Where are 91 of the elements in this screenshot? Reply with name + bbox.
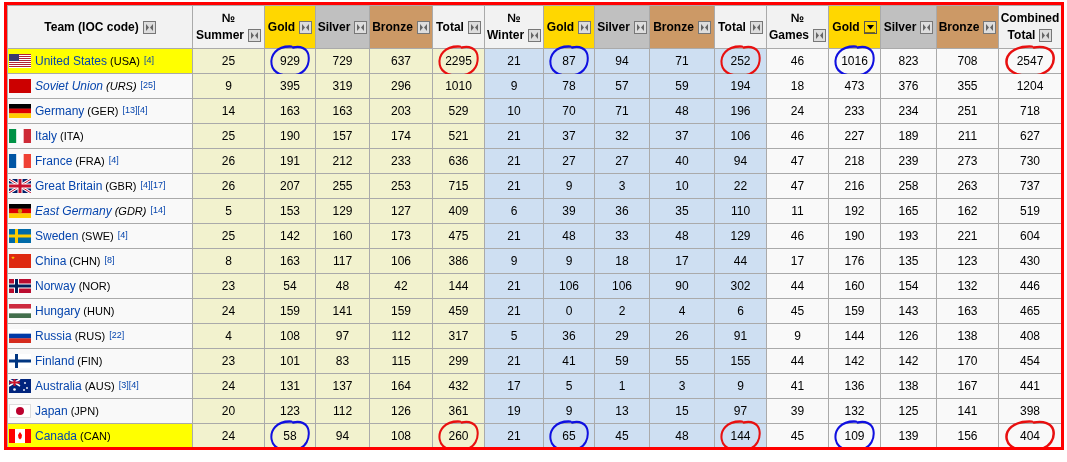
column-header[interactable]: № Games [766, 5, 829, 49]
country-code: (FRA) [75, 155, 105, 167]
country-code: (HUN) [83, 305, 115, 317]
reference-link[interactable]: [8] [104, 255, 115, 265]
reference-link[interactable]: [4] [117, 230, 128, 240]
country-code: (NOR) [78, 280, 111, 292]
sort-icon[interactable] [467, 20, 481, 34]
team-link[interactable]: United States [35, 54, 108, 68]
sort-icon[interactable] [416, 20, 430, 34]
sort-icon[interactable] [983, 20, 997, 34]
team-link[interactable]: Great Britain [35, 179, 103, 193]
team-link[interactable]: Japan [35, 404, 68, 418]
column-header[interactable]: Gold [264, 5, 316, 49]
reference-link[interactable]: [3][4] [118, 380, 139, 390]
table-cell: 260 [432, 423, 485, 447]
table-cell: 2547 [998, 48, 1061, 74]
column-header[interactable]: Combined Total [998, 5, 1061, 49]
table-cell: 929 [264, 48, 316, 74]
team-link[interactable]: Sweden [35, 229, 79, 243]
flag-icon [9, 254, 31, 268]
column-header[interactable]: Total [432, 5, 485, 49]
table-cell: 404 [998, 423, 1061, 447]
team-link[interactable]: Norway [35, 279, 76, 293]
team-link[interactable]: China [35, 254, 67, 268]
flag-icon [9, 429, 31, 443]
country-code: (GER) [87, 105, 119, 117]
sort-dropdown-icon[interactable] [863, 20, 877, 34]
table-cell: 109 [828, 423, 881, 447]
sort-icon[interactable] [813, 29, 826, 42]
team-link[interactable]: Hungary [35, 304, 81, 318]
country-code: (GBR) [105, 180, 137, 192]
country-code: (CHN) [69, 255, 101, 267]
country-code: (JPN) [70, 405, 99, 417]
column-header[interactable]: Gold [828, 5, 881, 49]
column-header[interactable]: № Winter [484, 5, 544, 49]
sort-icon[interactable] [248, 29, 261, 42]
table-cell: 1016 [828, 48, 881, 74]
reference-link[interactable]: [25] [140, 80, 156, 90]
team-link[interactable]: France [35, 154, 73, 168]
sort-icon[interactable] [299, 20, 313, 34]
table-cell: 87 [543, 48, 595, 74]
sort-icon[interactable] [1039, 29, 1053, 42]
flag-icon [9, 104, 31, 118]
table-cell: 252 [714, 48, 767, 74]
country-code: (ITA) [60, 130, 84, 142]
sort-icon[interactable] [578, 20, 592, 34]
sort-icon[interactable] [528, 29, 542, 42]
sort-icon[interactable] [920, 20, 934, 34]
country-code: (SWE) [81, 230, 114, 242]
reference-link[interactable]: [4][17] [140, 180, 166, 190]
sort-icon[interactable] [354, 20, 368, 34]
country-code: (URS) [106, 80, 137, 92]
column-header[interactable]: Bronze [936, 5, 999, 49]
country-code: (AUS) [84, 380, 115, 392]
country-code: (GDR) [114, 205, 147, 217]
reference-link[interactable]: [14] [150, 205, 166, 215]
sort-icon[interactable] [142, 20, 156, 34]
column-header[interactable]: Silver [880, 5, 937, 49]
reference-link[interactable]: [4] [108, 155, 119, 165]
table-cell: 144 [714, 423, 767, 447]
country-code: (CAN) [80, 430, 111, 442]
column-header[interactable]: Total [714, 5, 767, 49]
flag-icon [9, 204, 31, 218]
sort-icon[interactable] [749, 20, 763, 34]
sort-icon[interactable] [697, 20, 711, 34]
country-code: (FIN) [77, 355, 103, 367]
flag-icon [9, 54, 31, 68]
team-link[interactable]: Finland [35, 354, 75, 368]
country-code: (RUS) [74, 330, 106, 342]
team-link[interactable]: Australia [35, 379, 82, 393]
column-header[interactable]: № Summer [192, 5, 265, 49]
reference-link[interactable]: [22] [109, 330, 125, 340]
team-link[interactable]: East Germany [35, 204, 112, 218]
column-header[interactable]: Team (IOC code) [7, 5, 193, 49]
column-header[interactable]: Bronze [649, 5, 715, 49]
column-header[interactable]: Silver [594, 5, 650, 49]
reference-link[interactable]: [4] [144, 55, 154, 65]
team-link[interactable]: Germany [35, 104, 85, 118]
flag-icon [9, 79, 31, 93]
team-link[interactable]: Italy [35, 129, 57, 143]
team-link[interactable]: Canada [35, 429, 78, 443]
team-link[interactable]: Soviet Union [35, 79, 104, 93]
reference-link[interactable]: [13][4] [122, 105, 148, 115]
flag-icon [9, 229, 31, 243]
country-code: (USA) [110, 55, 140, 67]
table-cell: 2295 [432, 48, 485, 74]
column-header[interactable]: Gold [543, 5, 595, 49]
column-header[interactable]: Bronze [369, 5, 433, 49]
team-link[interactable]: Russia [35, 329, 72, 343]
sort-icon[interactable] [633, 20, 647, 34]
column-header[interactable]: Silver [315, 5, 370, 49]
